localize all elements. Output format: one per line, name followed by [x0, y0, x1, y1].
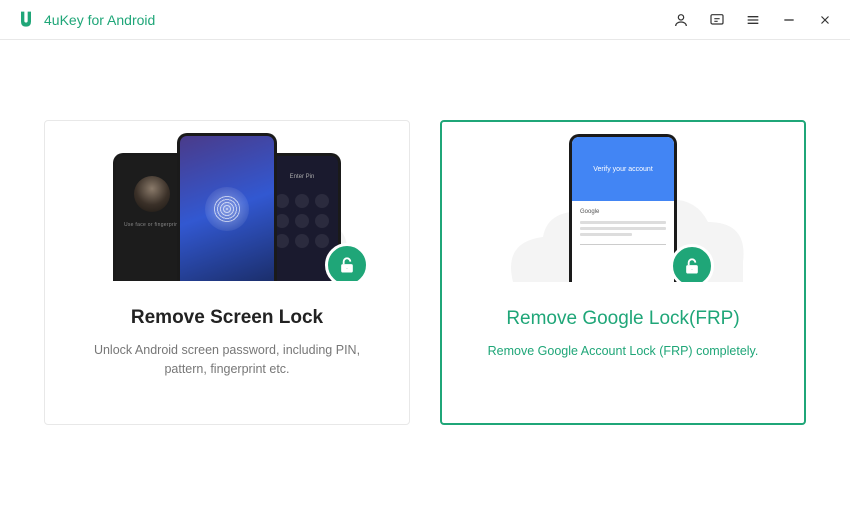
- card-remove-screen-lock[interactable]: Use face or fingerprint Enter Pin: [44, 120, 410, 425]
- unlock-badge-icon: [670, 244, 714, 282]
- card-title: Remove Screen Lock: [131, 307, 323, 329]
- phone-fingerprint: [177, 133, 277, 281]
- feedback-icon[interactable]: [708, 11, 726, 29]
- app-logo: 4uKey for Android: [16, 10, 155, 30]
- text-line: [580, 221, 666, 224]
- google-lock-illustration: Verify your account Google: [442, 122, 804, 282]
- input-underline: [580, 244, 666, 245]
- titlebar-actions: [672, 11, 834, 29]
- logo-icon: [16, 10, 36, 30]
- menu-icon[interactable]: [744, 11, 762, 29]
- fingerprint-icon: [205, 187, 249, 231]
- app-title: 4uKey for Android: [44, 12, 155, 28]
- card-remove-google-lock[interactable]: Verify your account Google Remove Google…: [440, 120, 806, 425]
- titlebar: 4uKey for Android: [0, 0, 850, 40]
- google-logo-text: Google: [580, 209, 666, 215]
- close-icon[interactable]: [816, 11, 834, 29]
- main-content: Use face or fingerprint Enter Pin: [0, 40, 850, 425]
- text-line: [580, 233, 632, 236]
- google-verify-body: Google: [572, 201, 674, 253]
- phone-google-verify: Verify your account Google: [569, 134, 677, 282]
- minimize-icon[interactable]: [780, 11, 798, 29]
- text-line: [580, 227, 666, 230]
- face-icon: [134, 176, 170, 212]
- card-description: Remove Google Account Lock (FRP) complet…: [458, 342, 789, 361]
- unlock-badge-icon: [325, 243, 369, 281]
- card-description: Unlock Android screen password, includin…: [45, 341, 409, 379]
- google-verify-header: Verify your account: [572, 137, 674, 201]
- phone-hint-text: Use face or fingerprint: [124, 222, 180, 228]
- pin-label: Enter Pin: [290, 174, 315, 180]
- card-title: Remove Google Lock(FRP): [506, 308, 739, 330]
- user-icon[interactable]: [672, 11, 690, 29]
- screen-lock-illustration: Use face or fingerprint Enter Pin: [45, 121, 409, 281]
- keypad-icon: [275, 194, 329, 248]
